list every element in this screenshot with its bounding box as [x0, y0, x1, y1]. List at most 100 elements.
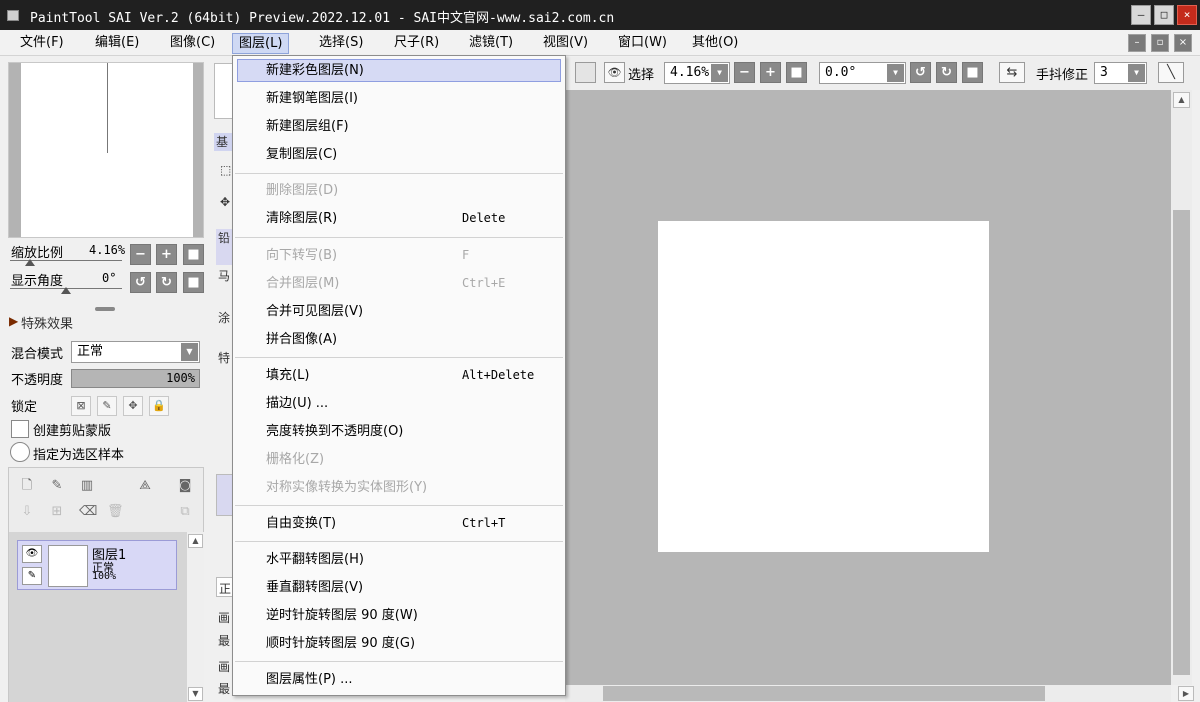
menu-other[interactable]: 其他(O): [686, 33, 744, 54]
effects-label[interactable]: 特殊效果: [21, 313, 73, 332]
menu-item-new-color-layer[interactable]: 新建彩色图层(N): [237, 59, 561, 82]
angle-combo[interactable]: 0.0° ▼: [819, 62, 906, 84]
nav-zoom-in-button[interactable]: +: [156, 244, 177, 265]
pencil-icon[interactable]: ✎: [22, 567, 42, 585]
rotate-ccw-button[interactable]: ↺: [910, 62, 931, 83]
menu-item-clear-layer[interactable]: 清除图层(R) Delete: [237, 207, 561, 230]
blend-mode-select[interactable]: 正常 ▼: [71, 341, 200, 363]
menu-item-luminance-to-opacity[interactable]: 亮度转换到不透明度(O): [237, 420, 561, 443]
lock-all-icon[interactable]: 🔒: [149, 396, 169, 416]
mdi-close-button[interactable]: ×: [1174, 34, 1192, 52]
nav-zoom-out-button[interactable]: −: [130, 244, 151, 265]
lock-draw-icon[interactable]: ✎: [97, 396, 117, 416]
trash-icon[interactable]: 🗑: [107, 504, 124, 520]
menu-edit[interactable]: 编辑(E): [89, 33, 145, 54]
tool-tab[interactable]: 基: [214, 133, 234, 151]
selection-tool-icon[interactable]: ⬚: [220, 163, 231, 177]
lock-move-icon[interactable]: ✥: [123, 396, 143, 416]
new-layer-icon[interactable]: 🗋: [19, 478, 35, 494]
layer-row[interactable]: 👁 ✎ 图层1 正常 100%: [17, 540, 177, 590]
rotate-reset-button[interactable]: ■: [962, 62, 983, 83]
close-button[interactable]: ×: [1177, 5, 1197, 25]
menu-item-fill[interactable]: 填充(L) Alt+Delete: [237, 364, 561, 387]
nav-rotate-ccw-button[interactable]: ↺: [130, 272, 151, 293]
triangle-right-icon[interactable]: ▶: [9, 314, 18, 328]
rotate-cw-button[interactable]: ↻: [936, 62, 957, 83]
nav-zoom-reset-button[interactable]: ■: [183, 244, 204, 265]
nav-rotate-cw-button[interactable]: ↻: [156, 272, 177, 293]
clipping-mask-checkbox[interactable]: [11, 420, 29, 438]
toolbar-blank-button[interactable]: [575, 62, 596, 83]
layer-mask-icon[interactable]: ◙: [177, 478, 193, 494]
menu-item-new-layer-group[interactable]: 新建图层组(F): [237, 115, 561, 138]
menu-item-rotate-ccw[interactable]: 逆时针旋转图层 90 度(W): [237, 604, 561, 627]
tool-item[interactable]: 马: [218, 267, 230, 284]
copy-icon[interactable]: ⧉: [177, 504, 193, 520]
menu-item-transfer-down[interactable]: 向下转写(B) F: [237, 244, 561, 267]
horizontal-scrollbar[interactable]: ▶: [565, 685, 1194, 702]
nav-rotate-reset-button[interactable]: ■: [183, 272, 204, 293]
menu-item-flip-vertical[interactable]: 垂直翻转图层(V): [237, 576, 561, 599]
zoom-reset-button[interactable]: ■: [786, 62, 807, 83]
menu-layer[interactable]: 图层(L): [232, 33, 290, 54]
tool-item[interactable]: 涂: [218, 309, 230, 326]
menu-item-delete-layer[interactable]: 删除图层(D): [237, 179, 561, 202]
zoom-out-button[interactable]: −: [734, 62, 755, 83]
eye-icon[interactable]: 👁: [604, 62, 625, 83]
selection-sample-checkbox[interactable]: [10, 442, 30, 462]
angle-slider-handle[interactable]: [61, 287, 71, 294]
zoom-in-button[interactable]: +: [760, 62, 781, 83]
tool-item[interactable]: 特: [218, 349, 230, 366]
move-tool-icon[interactable]: ✥: [220, 195, 230, 209]
scroll-down-icon[interactable]: ▼: [188, 687, 203, 701]
scroll-up-icon[interactable]: ▲: [1173, 92, 1190, 108]
merge-icon[interactable]: ⊞: [49, 504, 65, 520]
mdi-restore-button[interactable]: ▫: [1151, 34, 1169, 52]
new-pen-layer-icon[interactable]: ✎: [49, 478, 65, 494]
scroll-up-icon[interactable]: ▲: [188, 534, 203, 548]
minimize-button[interactable]: –: [1131, 5, 1151, 25]
panel-splitter[interactable]: [95, 307, 115, 311]
mask-icon[interactable]: ⟁: [137, 478, 153, 494]
menu-image[interactable]: 图像(C): [164, 33, 221, 54]
menu-item-rasterize[interactable]: 栅格化(Z): [237, 448, 561, 471]
menu-item-merge-visible[interactable]: 合并可见图层(V): [237, 300, 561, 323]
menu-filter[interactable]: 滤镜(T): [463, 33, 519, 54]
document-canvas[interactable]: [658, 221, 989, 552]
horizontal-scroll-thumb[interactable]: [603, 686, 1045, 701]
menu-view[interactable]: 视图(V): [537, 33, 594, 54]
layer-scrollbar[interactable]: ▲ ▼: [187, 532, 204, 702]
zoom-combo[interactable]: 4.16% ▼: [664, 62, 730, 84]
menu-item-layer-properties[interactable]: 图层属性(P) ...: [237, 668, 561, 691]
menu-item-merge-layer[interactable]: 合并图层(M) Ctrl+E: [237, 272, 561, 295]
menu-select[interactable]: 选择(S): [313, 33, 369, 54]
navigator-preview[interactable]: [8, 62, 204, 238]
mdi-minimize-button[interactable]: –: [1128, 34, 1146, 52]
flip-horizontal-button[interactable]: ⇆: [999, 62, 1025, 83]
maximize-button[interactable]: □: [1154, 5, 1174, 25]
zoom-slider-handle[interactable]: [25, 259, 35, 266]
menu-separator: [235, 173, 563, 174]
lock-transparency-icon[interactable]: ⊠: [71, 396, 91, 416]
eye-icon[interactable]: 👁: [22, 545, 42, 563]
clear-layer-icon[interactable]: ⌫: [79, 504, 97, 520]
stabilizer-combo[interactable]: 3 ▼: [1094, 62, 1147, 84]
menu-item-free-transform[interactable]: 自由变换(T) Ctrl+T: [237, 512, 561, 535]
menu-item-new-pen-layer[interactable]: 新建钢笔图层(I): [237, 87, 561, 110]
opacity-slider[interactable]: 100%: [71, 369, 200, 388]
menu-item-convert-symmetry[interactable]: 对称实像转换为实体图形(Y): [237, 476, 561, 499]
menu-item-duplicate-layer[interactable]: 复制图层(C): [237, 143, 561, 166]
vertical-scroll-thumb[interactable]: [1173, 210, 1190, 675]
menu-window[interactable]: 窗口(W): [612, 33, 673, 54]
menu-item-flatten-image[interactable]: 拼合图像(A): [237, 328, 561, 351]
move-down-icon[interactable]: ⇩: [19, 504, 35, 520]
menu-file[interactable]: 文件(F): [14, 33, 70, 54]
new-folder-icon[interactable]: ▥: [79, 478, 95, 494]
menu-item-rotate-cw[interactable]: 顺时针旋转图层 90 度(G): [237, 632, 561, 655]
menu-item-stroke[interactable]: 描边(U) ...: [237, 392, 561, 415]
menu-ruler[interactable]: 尺子(R): [388, 33, 445, 54]
scroll-right-icon[interactable]: ▶: [1178, 686, 1194, 701]
vertical-scrollbar[interactable]: ▲: [1171, 90, 1192, 685]
straight-line-button[interactable]: ╲: [1158, 62, 1184, 83]
menu-item-flip-horizontal[interactable]: 水平翻转图层(H): [237, 548, 561, 571]
